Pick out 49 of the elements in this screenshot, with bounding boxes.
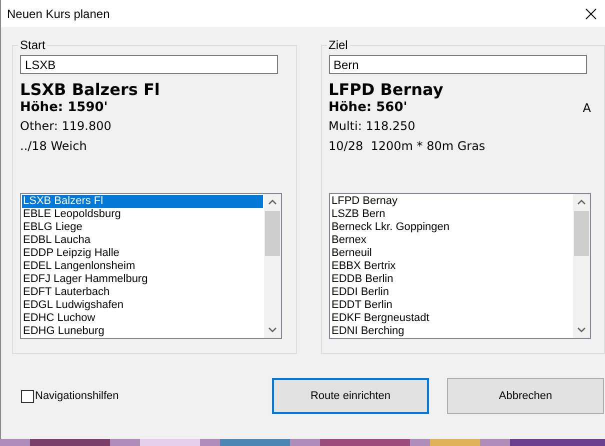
- elevation-text: Höhe: 560': [328, 100, 408, 116]
- list-item[interactable]: EDGL Ludwigshafen: [22, 299, 263, 312]
- list-item[interactable]: Bernex: [330, 234, 572, 247]
- scroll-up-icon[interactable]: [576, 199, 586, 205]
- flag-text: A: [582, 100, 591, 116]
- list-item[interactable]: EDDT Berlin: [330, 299, 572, 312]
- close-icon[interactable]: [585, 8, 597, 20]
- list-item[interactable]: EDHG Luneburg: [22, 325, 263, 338]
- list-item[interactable]: EDDB Berlin: [330, 273, 572, 286]
- list-item[interactable]: LSXB Balzers Fl: [22, 195, 263, 208]
- scroll-down-icon[interactable]: [268, 327, 277, 333]
- search-field[interactable]: Bern: [328, 55, 586, 74]
- list-item[interactable]: EDBL Laucha: [22, 234, 263, 247]
- dialog-button[interactable]: Route einrichten: [272, 378, 429, 414]
- search-field[interactable]: LSXB: [20, 55, 278, 74]
- list-item[interactable]: EDDI Berlin: [330, 286, 572, 299]
- runway-text: 10/28 1200m * 80m Gras: [328, 138, 486, 154]
- list-item[interactable]: EBBX Bertrix: [330, 260, 572, 273]
- list-item[interactable]: LFPD Bernay: [330, 195, 572, 208]
- scroll-thumb[interactable]: [574, 211, 588, 256]
- list-item[interactable]: LSZB Bern: [330, 208, 572, 221]
- runway-text: ../18 Weich: [20, 138, 87, 154]
- frequency-text: Multi: 118.250: [328, 118, 416, 134]
- frequency-text: Other: 119.800: [20, 118, 112, 134]
- list-item[interactable]: Berneuil: [330, 247, 572, 260]
- checkbox[interactable]: [21, 390, 34, 402]
- scroll-thumb[interactable]: [265, 211, 280, 256]
- airport-name: LSXB Balzers Fl: [20, 80, 160, 100]
- list-item[interactable]: EDHC Luchow: [22, 312, 263, 325]
- list-item[interactable]: EDNI Berching: [330, 325, 572, 338]
- list-item[interactable]: EBLE Leopoldsburg: [22, 208, 263, 221]
- list-item[interactable]: EDFT Lauterbach: [22, 286, 263, 299]
- list-item[interactable]: EDKF Bergneustadt: [330, 312, 572, 325]
- scroll-down-icon[interactable]: [576, 327, 586, 333]
- scrollbar[interactable]: [572, 194, 590, 338]
- elevation-text: Höhe: 1590': [20, 100, 108, 116]
- airport-list[interactable]: LSXB Balzers Fl EBLE Leopoldsburg EBLG Liege EDBL Laucha EDDP Leipzig Halle EDEL Langenlonsheim EDFJ Lager Hammelburg EDFT Lauterbach EDGL Ludwigshafen EDHC Luchow EDHG Luneburg: [20, 193, 282, 339]
- list-item[interactable]: EDEL Langenlonsheim: [22, 260, 263, 273]
- window-title: Neuen Kurs planen: [7, 6, 110, 22]
- checkbox-label: Navigationshilfen: [35, 388, 119, 404]
- scrollbar[interactable]: [264, 194, 281, 338]
- list-item[interactable]: EDDP Leipzig Halle: [22, 247, 263, 260]
- list-item[interactable]: Berneck Lkr. Goppingen: [330, 221, 572, 234]
- list-item[interactable]: EBLG Liege: [22, 221, 263, 234]
- scroll-up-icon[interactable]: [268, 199, 277, 205]
- dialog-button[interactable]: Abbrechen: [447, 378, 604, 414]
- list-item[interactable]: EDFJ Lager Hammelburg: [22, 273, 263, 286]
- airport-name: LFPD Bernay: [328, 80, 444, 100]
- airport-list[interactable]: LFPD Bernay LSZB Bern Berneck Lkr. Goppingen Bernex Berneuil EBBX Bertrix EDDB Berlin EDDI Berlin EDDT Berlin EDKF Bergneustadt EDNI Berching: [328, 193, 590, 339]
